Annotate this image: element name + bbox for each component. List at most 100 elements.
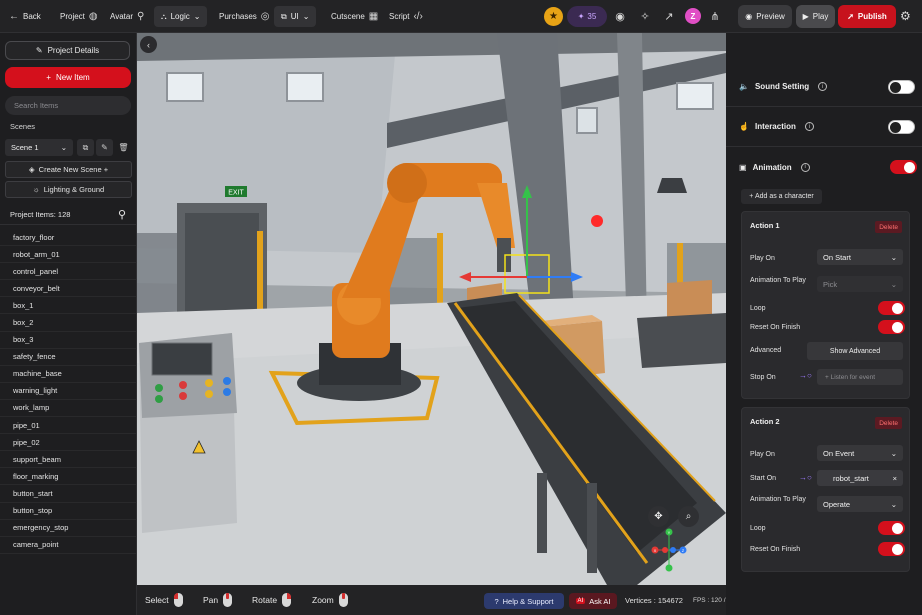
list-item[interactable]: box_2 xyxy=(0,314,136,332)
help-support-button[interactable]: ? Help & Support xyxy=(484,593,564,609)
film-icon: ▦ xyxy=(368,11,379,22)
avatar-menu[interactable]: Avatar ⚲ xyxy=(110,0,144,33)
preview-button[interactable]: ◉ Preview xyxy=(738,5,792,28)
start-on-label: Start On xyxy=(750,475,777,482)
vertices-count: Vertices : 154672 xyxy=(625,595,683,605)
list-item[interactable]: button_start xyxy=(0,485,136,503)
reset-on-finish-toggle[interactable] xyxy=(878,542,905,556)
bottom-toolbar: Select Pan Rotate Zoom ? Help & Support … xyxy=(137,585,773,615)
list-item[interactable]: machine_base xyxy=(0,366,136,383)
sound-toggle[interactable] xyxy=(888,80,915,94)
interaction-toggle[interactable] xyxy=(888,120,915,134)
gear-icon[interactable]: ⚙ xyxy=(900,9,911,23)
list-item[interactable]: support_beam xyxy=(0,451,136,469)
add-as-character-button[interactable]: + Add as a character xyxy=(741,189,822,204)
ui-menu[interactable]: ⧉ UI ⌄ xyxy=(274,6,317,27)
delete-scene-icon[interactable]: 🗑 xyxy=(115,139,132,156)
info-icon[interactable]: i xyxy=(800,162,810,172)
duplicate-scene-icon[interactable]: ⧉ xyxy=(77,139,94,156)
play-button[interactable]: ▶ Play xyxy=(796,5,835,28)
scene-viewport[interactable]: EXIT ‹ ✥ ⌕ Y X Z xyxy=(137,33,726,585)
share-icon[interactable]: ⋔ xyxy=(707,8,723,24)
search-input[interactable] xyxy=(5,96,131,115)
listen-for-event-input[interactable]: + Listen for event xyxy=(817,369,903,385)
purchases-menu[interactable]: Purchases ◎ xyxy=(219,0,270,33)
pan-mode[interactable]: Pan xyxy=(203,585,233,615)
project-menu[interactable]: Project ◍ xyxy=(60,0,98,33)
back-button[interactable]: ← Back xyxy=(9,0,41,33)
animation-row: ▣ Animation i xyxy=(726,147,922,187)
plus-icon: + xyxy=(46,73,51,82)
ask-ai-button[interactable]: AI Ask AI xyxy=(569,593,617,609)
info-icon[interactable]: i xyxy=(818,82,828,91)
credits-badge[interactable]: ✦ 35 xyxy=(567,6,607,27)
list-item[interactable]: box_1 xyxy=(0,297,136,315)
list-item[interactable]: conveyor_belt xyxy=(0,280,136,298)
edit-icon: ✎ xyxy=(35,46,43,55)
list-item[interactable]: pipe_01 xyxy=(0,417,136,435)
animation-toggle[interactable] xyxy=(890,160,917,174)
arrow-left-icon: ← xyxy=(9,11,19,22)
animation-select[interactable]: Operate ⌄ xyxy=(817,496,903,512)
info-icon[interactable]: i xyxy=(804,122,814,131)
globe-icon: ◍ xyxy=(88,11,98,22)
list-item[interactable]: pipe_02 xyxy=(0,434,136,452)
loop-toggle[interactable] xyxy=(878,301,905,315)
star-icon[interactable]: ★ xyxy=(544,7,563,26)
gizmo-y-label: Y xyxy=(668,530,671,535)
new-item-button[interactable]: + New Item xyxy=(5,67,131,88)
list-item[interactable]: floor_marking xyxy=(0,468,136,486)
collapse-panel-button[interactable]: ‹ xyxy=(140,36,157,53)
show-advanced-button[interactable]: Show Advanced xyxy=(807,342,903,360)
speaker-icon: 🔈 xyxy=(739,82,749,91)
camera-icon[interactable]: ◉ xyxy=(612,8,628,24)
zoom-tool-icon[interactable]: ⌕ xyxy=(678,506,699,527)
chevron-down-icon: ⌄ xyxy=(890,499,897,509)
question-icon: ? xyxy=(494,596,499,606)
reset-on-finish-toggle[interactable] xyxy=(878,320,905,334)
list-item[interactable]: emergency_stop xyxy=(0,520,136,537)
avatar-pose-icon[interactable]: ⚲ xyxy=(118,208,126,221)
select-mode[interactable]: Select xyxy=(145,585,183,615)
list-item[interactable]: camera_point xyxy=(0,537,136,554)
interaction-row: ☝ Interaction i xyxy=(726,107,922,147)
create-scene-button[interactable]: ◈ Create New Scene + xyxy=(5,161,132,178)
logic-menu[interactable]: ⛬ Logic ⌄ xyxy=(154,6,208,27)
list-item[interactable]: robot_arm_01 xyxy=(0,246,136,264)
play-on-select[interactable]: On Start ⌄ xyxy=(817,249,903,265)
start-on-event-tag[interactable]: robot_start × xyxy=(817,470,903,486)
close-icon[interactable]: × xyxy=(893,474,897,483)
action-title: Action 1 xyxy=(750,221,780,230)
factory-scene[interactable]: EXIT xyxy=(137,33,726,585)
list-item[interactable]: box_3 xyxy=(0,332,136,349)
cutscene-menu[interactable]: Cutscene ▦ xyxy=(331,0,378,33)
list-item[interactable]: button_stop xyxy=(0,503,136,520)
delete-action-button[interactable]: Delete xyxy=(875,221,902,233)
axis-orientation-gizmo[interactable]: Y X Z xyxy=(651,528,687,572)
external-link-icon[interactable]: ↗ xyxy=(661,8,677,24)
avatar[interactable]: Z xyxy=(685,8,701,24)
list-item[interactable]: warning_light xyxy=(0,383,136,400)
action-1-card: Action 1 Delete Play On On Start ⌄ Anima… xyxy=(741,211,910,399)
move-tool-icon[interactable]: ✥ xyxy=(648,506,669,527)
list-item[interactable]: control_panel xyxy=(0,263,136,281)
script-menu[interactable]: Script ‹/› xyxy=(389,0,423,33)
list-item[interactable]: factory_floor xyxy=(0,229,136,247)
lighting-ground-button[interactable]: ☼ Lighting & Ground xyxy=(5,181,132,198)
zoom-mode[interactable]: Zoom xyxy=(312,585,348,615)
logic-icon: ⛬ xyxy=(161,11,167,21)
sound-setting-row: 🔈 Sound Setting i xyxy=(726,67,922,107)
list-item[interactable]: safety_fence xyxy=(0,349,136,366)
magic-wand-icon[interactable]: ✧ xyxy=(637,8,653,24)
publish-button[interactable]: ➚ Publish xyxy=(838,5,896,28)
left-panel: ✎ Project Details + New Item Scenes Scen… xyxy=(0,33,137,615)
animation-select[interactable]: Pick ⌄ xyxy=(817,276,903,292)
rotate-mode[interactable]: Rotate xyxy=(252,585,292,615)
play-on-select[interactable]: On Event ⌄ xyxy=(817,445,903,461)
edit-scene-icon[interactable]: ✎ xyxy=(96,139,113,156)
project-details-button[interactable]: ✎ Project Details xyxy=(5,41,130,60)
list-item[interactable]: work_lamp xyxy=(0,400,136,418)
scene-select[interactable]: Scene 1 ⌄ xyxy=(5,139,73,156)
loop-toggle[interactable] xyxy=(878,521,905,535)
delete-action-button[interactable]: Delete xyxy=(875,417,902,429)
